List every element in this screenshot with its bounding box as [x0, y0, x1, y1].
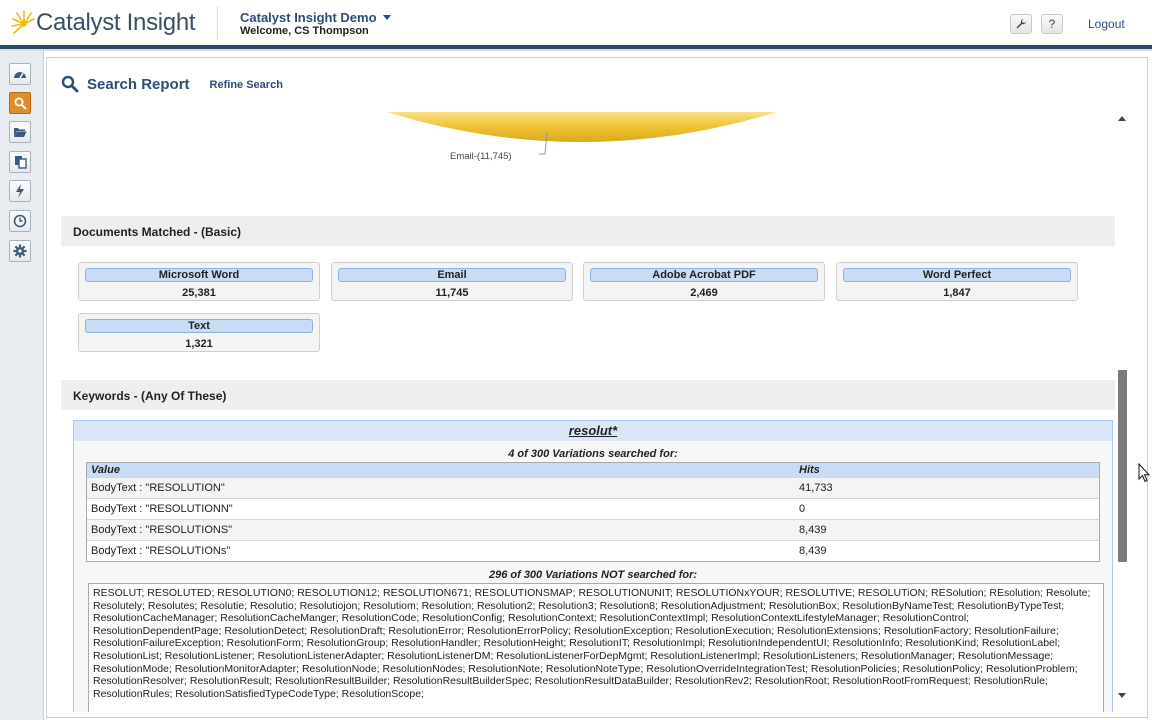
variation-value: BodyText : "RESOLUTION" [91, 482, 225, 494]
not-searched-variations-caption: 296 of 300 Variations NOT searched for: [488, 569, 698, 581]
doc-type-card[interactable]: Microsoft Word 25,381 [78, 262, 320, 301]
scroll-down-arrow-icon[interactable] [1118, 693, 1126, 698]
column-header-value: Value [91, 464, 120, 476]
doc-type-card[interactable]: Word Perfect 1,847 [836, 262, 1078, 301]
search-icon [14, 97, 27, 110]
main-panel: Search Report Refine Search Email-(11,74… [46, 57, 1148, 718]
variation-hits: 8,439 [799, 524, 827, 536]
mouse-cursor-icon [1138, 463, 1150, 483]
table-row[interactable]: BodyText : "RESOLUTIONs" 8,439 [87, 540, 1099, 561]
welcome-text: Welcome, CS Thompson [240, 25, 369, 37]
table-header: Value Hits [87, 463, 1099, 477]
sunburst-logo-icon [10, 8, 36, 38]
tools-button[interactable] [1010, 14, 1032, 34]
doc-type-label: Text [85, 319, 313, 333]
wrench-icon [1016, 19, 1026, 29]
table-row[interactable]: BodyText : "RESOLUTIONN" 0 [87, 498, 1099, 519]
project-title: Catalyst Insight Demo [240, 10, 377, 25]
rail-search-button[interactable] [9, 92, 31, 114]
variations-table: Value Hits BodyText : "RESOLUTION" 41,73… [86, 462, 1100, 562]
table-row[interactable]: BodyText : "RESOLUTIONS" 8,439 [87, 519, 1099, 540]
scrollbar-thumb[interactable] [1118, 370, 1127, 562]
logo-text: Catalyst Insight [36, 9, 196, 36]
report-content: Email-(11,745) Documents Matched - (Basi… [61, 112, 1117, 712]
help-icon: ? [1048, 17, 1056, 31]
clock-icon [13, 214, 27, 228]
rail-dashboard-button[interactable] [9, 63, 31, 85]
pie-chart-fragment [387, 112, 777, 155]
pie-slice-label: Email-(11,745) [450, 151, 512, 162]
header-divider [217, 6, 218, 40]
dashboard-icon [14, 72, 26, 79]
doc-type-label: Email [338, 268, 566, 282]
keywords-section-header: Keywords - (Any Of These) [61, 380, 1115, 410]
column-header-hits: Hits [799, 464, 820, 476]
variation-value: BodyText : "RESOLUTIONN" [91, 503, 233, 515]
variation-hits: 41,733 [799, 482, 833, 494]
logout-link[interactable]: Logout [1088, 17, 1125, 31]
doc-type-count: 1,847 [943, 287, 971, 299]
table-row[interactable]: BodyText : "RESOLUTION" 41,733 [87, 477, 1099, 498]
variation-hits: 8,439 [799, 545, 827, 557]
doc-type-count: 11,745 [435, 287, 469, 299]
app-header: Catalyst Insight Catalyst Insight Demo W… [0, 0, 1152, 46]
page-title: Search Report [87, 75, 190, 93]
pie-slice-email[interactable] [387, 112, 777, 142]
variation-value: BodyText : "RESOLUTIONS" [91, 524, 233, 536]
rail-actions-button[interactable] [9, 180, 31, 202]
lightning-icon [16, 184, 24, 198]
left-toolbar [0, 51, 44, 720]
project-selector[interactable]: Catalyst Insight Demo [240, 10, 391, 25]
doc-type-card[interactable]: Adobe Acrobat PDF 2,469 [583, 262, 825, 301]
search-icon [61, 75, 79, 93]
chevron-down-icon [382, 15, 391, 20]
rail-settings-button[interactable] [9, 240, 31, 262]
gear-icon [13, 244, 27, 258]
keyword-term-panel: resolut* 4 of 300 Variations searched fo… [73, 420, 1113, 712]
page-header: Search Report Refine Search [61, 75, 283, 93]
doc-type-count: 25,381 [182, 287, 216, 299]
rail-folder-button[interactable] [9, 121, 31, 143]
header-shadow [0, 49, 1152, 51]
refine-search-link[interactable]: Refine Search [210, 79, 283, 91]
doc-type-card[interactable]: Email 11,745 [331, 262, 573, 301]
scroll-up-arrow-icon[interactable] [1118, 116, 1126, 121]
doc-type-card[interactable]: Text 1,321 [78, 313, 320, 352]
variation-hits: 0 [799, 503, 806, 515]
documents-section-header: Documents Matched - (Basic) [61, 216, 1115, 246]
rail-history-button[interactable] [9, 210, 31, 232]
doc-type-count: 1,321 [185, 338, 213, 350]
folder-open-icon [14, 128, 27, 137]
variation-value: BodyText : "RESOLUTIONs" [91, 545, 231, 557]
catalyst-logo[interactable]: Catalyst Insight [10, 6, 196, 40]
content-scrollbar[interactable] [1115, 114, 1129, 698]
doc-type-label: Word Perfect [843, 268, 1071, 282]
keyword-term[interactable]: resolut* [74, 421, 1112, 441]
doc-type-label: Microsoft Word [85, 268, 313, 282]
searched-variations-caption: 4 of 300 Variations searched for: [508, 448, 678, 460]
doc-type-count: 2,469 [690, 287, 718, 299]
copy-documents-icon [14, 156, 27, 169]
not-searched-variations-list: RESOLUT; RESOLUTED; RESOLUTION0; RESOLUT… [88, 583, 1104, 712]
doc-type-label: Adobe Acrobat PDF [590, 268, 818, 282]
rail-documents-button[interactable] [9, 151, 31, 173]
help-button[interactable]: ? [1041, 14, 1063, 34]
